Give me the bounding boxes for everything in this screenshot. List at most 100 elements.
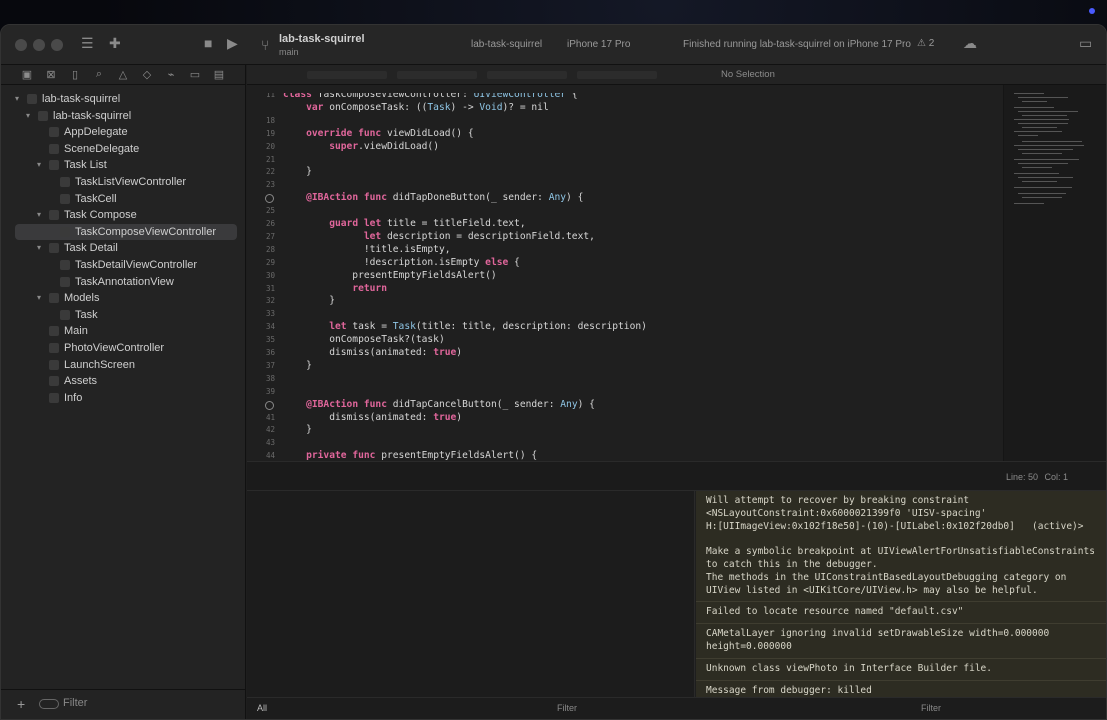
- minimap-line: [1014, 93, 1044, 94]
- file-tree-item[interactable]: TaskDetailViewController: [1, 257, 245, 274]
- run-icon[interactable]: ▶: [227, 35, 238, 52]
- code-line[interactable]: presentEmptyFieldsAlert(): [283, 270, 496, 281]
- file-icon: [49, 359, 59, 370]
- console-output[interactable]: Will attempt to recover by breaking cons…: [696, 491, 1106, 697]
- stop-icon[interactable]: ■: [204, 35, 212, 51]
- add-file-icon[interactable]: +: [17, 696, 25, 712]
- code-line[interactable]: }: [283, 295, 335, 306]
- ibaction-connection-icon[interactable]: [265, 194, 274, 204]
- code-line[interactable]: private func presentEmptyFieldsAlert() {: [283, 450, 537, 461]
- search-icon[interactable]: ⌕: [87, 68, 111, 81]
- code-line[interactable]: class TaskComposeViewController: UIViewC…: [283, 93, 578, 100]
- minimap-line: [1014, 119, 1069, 120]
- disclosure-chevron-icon[interactable]: ▾: [37, 207, 41, 224]
- editor-status-bar: Line: 50 Col: 1: [247, 461, 1106, 491]
- code-line[interactable]: }: [283, 424, 312, 435]
- file-tree-item[interactable]: Task: [1, 307, 245, 324]
- code-line[interactable]: @IBAction func didTapDoneButton(_ sender…: [283, 192, 583, 203]
- report-icon[interactable]: ▤: [207, 68, 231, 81]
- bookmark-icon[interactable]: ▯: [63, 68, 87, 81]
- variables-filter-input[interactable]: Filter: [557, 703, 577, 713]
- disclosure-chevron-icon[interactable]: ▾: [37, 290, 41, 307]
- file-tree-item[interactable]: AppDelegate: [1, 124, 245, 141]
- test-icon[interactable]: ◇: [135, 68, 159, 81]
- scope-selector[interactable]: All: [257, 703, 267, 713]
- file-tree-item[interactable]: Info: [1, 390, 245, 407]
- file-tree-item-label: TaskCell: [75, 192, 117, 205]
- code-area[interactable]: 11 class TaskComposeViewController: UIVie…: [247, 93, 1007, 463]
- file-tree-item[interactable]: PhotoViewController: [1, 340, 245, 357]
- code-line[interactable]: return: [283, 283, 387, 294]
- file-tree-item[interactable]: ▾ lab-task-squirrel: [1, 108, 245, 125]
- disclosure-chevron-icon[interactable]: ▾: [37, 240, 41, 257]
- device-selector[interactable]: iPhone 17 Pro: [567, 39, 630, 50]
- breakpoint-icon[interactable]: ▭: [183, 68, 207, 81]
- minimap[interactable]: [1003, 85, 1106, 461]
- folder-icon: [49, 293, 59, 304]
- console-message[interactable]: CAMetalLayer ignoring invalid setDrawabl…: [696, 624, 1106, 659]
- file-tree-item-label: TaskComposeViewController: [75, 225, 217, 238]
- project-name[interactable]: lab-task-squirrel: [279, 33, 365, 45]
- file-tree-item[interactable]: ▾ Task Detail: [1, 240, 245, 257]
- code-line[interactable]: let task = Task(title: title, descriptio…: [283, 321, 647, 332]
- jumpbar-selection[interactable]: No Selection: [721, 69, 775, 80]
- warning-icon[interactable]: △: [111, 68, 135, 81]
- add-icon[interactable]: ✚: [109, 35, 121, 52]
- file-tree-item-label: lab-task-squirrel: [53, 109, 132, 122]
- variables-view[interactable]: [247, 491, 695, 697]
- code-line[interactable]: }: [283, 166, 312, 177]
- inspector-toggle-icon[interactable]: ▭: [1079, 35, 1092, 52]
- scheme-selector[interactable]: lab-task-squirrel: [471, 39, 542, 50]
- minimap-line: [1018, 123, 1068, 124]
- file-tree-item[interactable]: Assets: [1, 373, 245, 390]
- debug-icon[interactable]: ⌁: [159, 68, 183, 81]
- code-line[interactable]: @IBAction func didTapCancelButton(_ send…: [283, 399, 595, 410]
- file-tree-item[interactable]: Main: [1, 323, 245, 340]
- console-message[interactable]: Unknown class viewPhoto in Interface Bui…: [696, 659, 1106, 681]
- minimize-window-button[interactable]: [33, 39, 45, 51]
- cloud-icon[interactable]: ☁: [963, 35, 977, 52]
- console-filter-input[interactable]: Filter: [921, 703, 941, 713]
- file-tree-item[interactable]: ▾ lab-task-squirrel: [1, 91, 245, 108]
- code-line[interactable]: override func viewDidLoad() {: [283, 128, 474, 139]
- navigator-filter-input[interactable]: Filter: [63, 697, 87, 709]
- code-line[interactable]: var onComposeTask: ((Task) -> Void)? = n…: [283, 102, 549, 113]
- branch-name[interactable]: main: [279, 47, 299, 57]
- file-icon: [60, 226, 70, 237]
- filter-options-icon[interactable]: [39, 699, 59, 709]
- code-line[interactable]: dismiss(animated: true): [283, 412, 462, 423]
- col-label: Col: 1: [1044, 472, 1068, 482]
- code-line[interactable]: dismiss(animated: true): [283, 347, 462, 358]
- file-tree-item[interactable]: TaskAnnotationView: [1, 274, 245, 291]
- code-line[interactable]: onComposeTask?(task): [283, 334, 445, 345]
- file-tree-item[interactable]: SceneDelegate: [1, 141, 245, 158]
- file-tree-item[interactable]: ▾ Task List: [1, 157, 245, 174]
- console-message[interactable]: Will attempt to recover by breaking cons…: [696, 491, 1106, 603]
- code-line[interactable]: let description = descriptionField.text,: [283, 231, 595, 242]
- breadcrumb[interactable]: [307, 71, 707, 79]
- disclosure-chevron-icon[interactable]: ▾: [15, 91, 19, 108]
- close-window-button[interactable]: [15, 39, 27, 51]
- folder-icon[interactable]: ▣: [15, 68, 39, 81]
- line-number: 25: [265, 206, 275, 216]
- sidebar-toggle-icon[interactable]: ☰: [81, 35, 94, 52]
- file-tree-item[interactable]: ▾ Models: [1, 290, 245, 307]
- file-tree-item[interactable]: ▾ Task Compose: [1, 207, 245, 224]
- disclosure-chevron-icon[interactable]: ▾: [37, 157, 41, 174]
- code-line[interactable]: !title.isEmpty,: [283, 244, 451, 255]
- console-message[interactable]: Failed to locate resource named "default…: [696, 602, 1106, 625]
- file-tree-item[interactable]: TaskComposeViewController: [15, 223, 237, 241]
- warning-count[interactable]: ⚠ 2: [917, 38, 934, 49]
- ibaction-connection-icon[interactable]: [265, 400, 274, 410]
- console-message[interactable]: Message from debugger: killed: [696, 681, 1106, 697]
- file-tree-item[interactable]: LaunchScreen: [1, 357, 245, 374]
- code-line[interactable]: }: [283, 360, 312, 371]
- disclosure-chevron-icon[interactable]: ▾: [26, 108, 30, 125]
- code-line[interactable]: !description.isEmpty else {: [283, 257, 520, 268]
- zoom-window-button[interactable]: [51, 39, 63, 51]
- source-control-icon[interactable]: ⊠: [39, 68, 63, 81]
- file-tree-item[interactable]: TaskListViewController: [1, 174, 245, 191]
- code-line[interactable]: super.viewDidLoad(): [283, 141, 439, 152]
- file-tree-item[interactable]: TaskCell: [1, 191, 245, 208]
- code-line[interactable]: guard let title = titleField.text,: [283, 218, 525, 229]
